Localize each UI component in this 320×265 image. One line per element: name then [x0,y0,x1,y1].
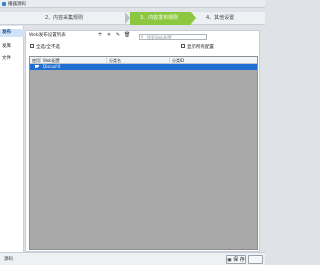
sidebar-item-publish[interactable]: 发布 [0,29,24,37]
sidebar-item-database[interactable]: 发库 [0,43,24,51]
status-bar: 源码 ▣ 保 存 [0,252,265,265]
add-button[interactable]: + [97,32,103,38]
step-label: 4、其他设置 [206,15,235,21]
search-placeholder: 搜索Web配置 [147,35,172,40]
tab-step-publish-rules[interactable]: 3、内容发布规则 [130,12,191,25]
row-category-cell [107,64,170,70]
sidebar-item-label: 发库 [2,44,11,49]
checkbox-checked-icon[interactable] [35,64,39,69]
sidebar-item-file[interactable]: 文件 [0,55,24,63]
pencil-icon: ✎ [115,32,121,38]
column-header-category-id[interactable]: 分类ID [170,57,257,64]
step-label: 3、内容发布规则 [140,15,179,21]
tab-step-collect-rules[interactable]: 2、内容采集规则 [35,12,125,25]
publish-settings-panel: Web发布设置列表 + ✕ ✎ 🗑 ⌕ 搜索Web配置 全选/全不选 显示所有配… [25,30,260,252]
show-all-configs-checkbox[interactable]: 显示所有配置 [181,44,214,51]
row-web-config-cell: Discuz!X [43,64,61,69]
trash-icon: 🗑 [124,32,131,38]
search-icon: ⌕ [141,35,144,40]
column-header-use[interactable]: 使用 [30,57,41,64]
column-header-web-config[interactable]: Web配置 [41,57,107,64]
status-label: 源码 [4,257,13,262]
show-all-label: 显示所有配置 [187,45,214,50]
select-all-checkbox[interactable]: 全选/全不选 [30,44,60,51]
close-icon: ✕ [106,32,112,38]
trash-button[interactable]: 🗑 [124,32,130,38]
save-button-label: 保 存 [233,257,245,263]
plus-icon: + [97,31,103,38]
step-label: 2、内容采集规则 [45,15,84,21]
secondary-button[interactable] [248,255,263,264]
search-input[interactable]: ⌕ 搜索Web配置 [139,34,207,40]
sidebar-item-label: 文件 [2,56,11,61]
section-title: Web发布设置列表 [29,33,66,38]
row-use-cell[interactable] [33,64,41,70]
edit-button[interactable]: ✎ [115,32,121,38]
checkbox-icon [181,44,185,48]
window-title: 播器源码 [8,2,26,7]
app-icon [2,2,6,6]
sidebar-item-label: 发布 [2,30,11,35]
table-header: 使用 Web配置 分类名 分类ID [30,57,257,64]
checkbox-icon [30,44,34,48]
web-config-table: 使用 Web配置 分类名 分类ID Discuz!X [29,56,258,250]
select-all-label: 全选/全不选 [36,45,61,50]
row-category-id-cell [170,64,257,70]
wizard-steps: 2、内容采集规则 3、内容发布规则 4、其他设置 [0,12,265,25]
title-bar: 播器源码 [0,0,265,8]
sidebar: 发布 发库 文件 [0,26,24,252]
tab-step-other-settings[interactable]: 4、其他设置 [196,12,265,25]
table-row[interactable]: Discuz!X [30,64,257,70]
column-header-category-name[interactable]: 分类名 [107,57,170,64]
delete-button[interactable]: ✕ [106,32,112,38]
save-icon: ▣ [227,258,232,263]
save-button[interactable]: ▣ 保 存 [226,255,246,264]
